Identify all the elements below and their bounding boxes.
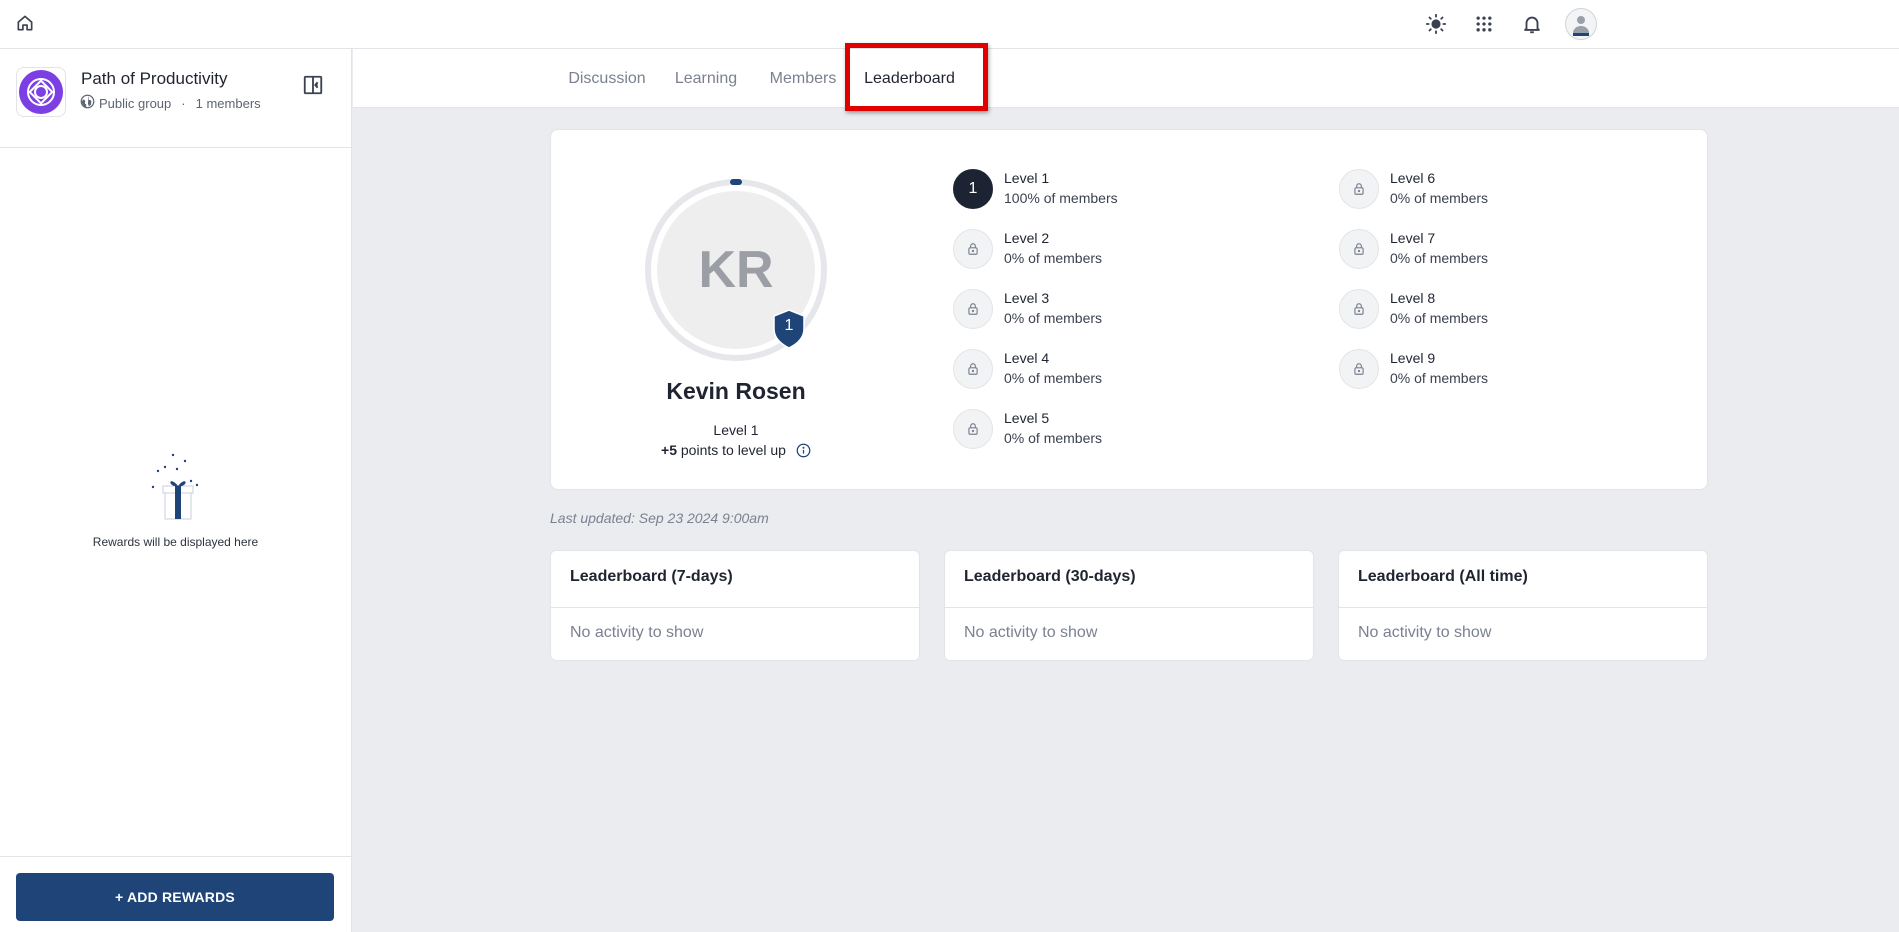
divider [551, 607, 919, 608]
info-icon[interactable] [796, 443, 811, 458]
level-percent: 0% of members [1390, 310, 1489, 326]
level-row: 1 Level 1 100% of members [953, 169, 1283, 229]
profile-level: Level 1 [713, 422, 759, 438]
lock-icon [953, 349, 993, 389]
level-percent: 0% of members [1390, 370, 1489, 386]
level-row: Level 2 0% of members [953, 229, 1283, 289]
level-name: Level 7 [1390, 230, 1436, 246]
tab-bar: Discussion Learning Members Leaderboard [353, 49, 1899, 108]
level-name: Level 8 [1390, 290, 1436, 306]
points-suffix: points to level up [680, 442, 786, 458]
leaderboard-empty: No activity to show [570, 624, 704, 641]
level-percent: 0% of members [1390, 190, 1489, 206]
tab-members[interactable]: Members [767, 49, 839, 108]
lock-icon [1339, 169, 1379, 209]
level-row: Level 8 0% of members [1339, 289, 1669, 349]
leaderboard-30-days: Leaderboard (30-days) No activity to sho… [944, 550, 1314, 661]
rewards-empty-state: Rewards will be displayed here [0, 449, 351, 549]
group-meta: Public group · 1 members [80, 94, 261, 112]
lock-icon [953, 229, 993, 269]
lock-icon [1339, 229, 1379, 269]
divider [945, 607, 1313, 608]
level-name: Level 5 [1004, 410, 1050, 426]
sidebar-footer: + ADD REWARDS [0, 856, 351, 932]
grid-icon[interactable] [1471, 11, 1497, 37]
level-percent: 100% of members [1004, 190, 1118, 206]
level-row: Level 4 0% of members [953, 349, 1283, 409]
leaderboard-title: Leaderboard (30-days) [964, 568, 1136, 585]
lock-icon [1339, 289, 1379, 329]
leaderboard-empty: No activity to show [964, 624, 1098, 641]
meta-separator: · [181, 95, 186, 111]
lock-icon [1339, 349, 1379, 389]
top-bar [0, 0, 1899, 49]
last-updated: Last updated: Sep 23 2024 9:00am [550, 510, 769, 526]
level-row: Level 9 0% of members [1339, 349, 1669, 409]
divider [1339, 607, 1707, 608]
level-name: Level 2 [1004, 230, 1050, 246]
level-name: Level 6 [1390, 170, 1436, 186]
leaderboard-empty: No activity to show [1358, 624, 1492, 641]
leaderboard-title: Leaderboard (All time) [1358, 568, 1528, 585]
points-to-level-up: +5 [661, 442, 677, 458]
level-1-badge: 1 [953, 169, 993, 209]
level-name: Level 3 [1004, 290, 1050, 306]
levels-column-1: 1 Level 1 100% of members Level 2 0% of … [953, 169, 1283, 469]
level-badge-icon: 1 [772, 309, 806, 349]
level-name: Level 9 [1390, 350, 1436, 366]
group-members-count: 1 members [195, 95, 261, 111]
profile-points: +5 points to level up [611, 442, 861, 458]
level-percent: 0% of members [1004, 250, 1103, 266]
sun-icon[interactable] [1423, 11, 1449, 37]
home-icon[interactable] [12, 10, 38, 36]
level-badge-number: 1 [784, 317, 794, 334]
group-logo[interactable] [16, 67, 66, 117]
level-row: Level 5 0% of members [953, 409, 1283, 469]
level-percent: 0% of members [1004, 430, 1103, 446]
profile-name: Kevin Rosen [666, 378, 806, 404]
bell-icon[interactable] [1519, 11, 1545, 37]
tab-learning[interactable]: Learning [672, 49, 740, 108]
rewards-empty-text: Rewards will be displayed here [92, 535, 259, 549]
lock-icon [953, 289, 993, 329]
level-row: Level 3 0% of members [953, 289, 1283, 349]
levels-column-2: Level 6 0% of members Level 7 0% of memb… [1339, 169, 1669, 409]
tab-discussion[interactable]: Discussion [565, 49, 649, 108]
globe-icon [80, 94, 95, 112]
level-name: Level 1 [1004, 170, 1050, 186]
group-name[interactable]: Path of Productivity [81, 69, 227, 89]
collapse-sidebar-icon[interactable] [302, 72, 324, 98]
add-rewards-button[interactable]: + ADD REWARDS [16, 873, 334, 921]
leaderboard-all-time: Leaderboard (All time) No activity to sh… [1338, 550, 1708, 661]
level-card: KR 1 Kevin Rosen Level 1 +5 points to le… [550, 129, 1708, 490]
level-percent: 0% of members [1004, 370, 1103, 386]
level-row: Level 6 0% of members [1339, 169, 1669, 229]
gift-icon [151, 453, 198, 520]
lock-icon [953, 409, 993, 449]
level-name: Level 4 [1004, 350, 1050, 366]
group-visibility: Public group [99, 95, 172, 111]
group-header: Path of Productivity Public group · 1 me… [0, 49, 351, 148]
level-percent: 0% of members [1004, 310, 1103, 326]
leaderboard-title: Leaderboard (7-days) [570, 568, 733, 585]
level-percent: 0% of members [1390, 250, 1489, 266]
tab-leaderboard[interactable]: Leaderboard [848, 49, 971, 108]
leaderboard-7-days: Leaderboard (7-days) No activity to show [550, 550, 920, 661]
user-avatar[interactable] [1565, 8, 1597, 40]
sidebar: Path of Productivity Public group · 1 me… [0, 49, 352, 932]
level-row: Level 7 0% of members [1339, 229, 1669, 289]
